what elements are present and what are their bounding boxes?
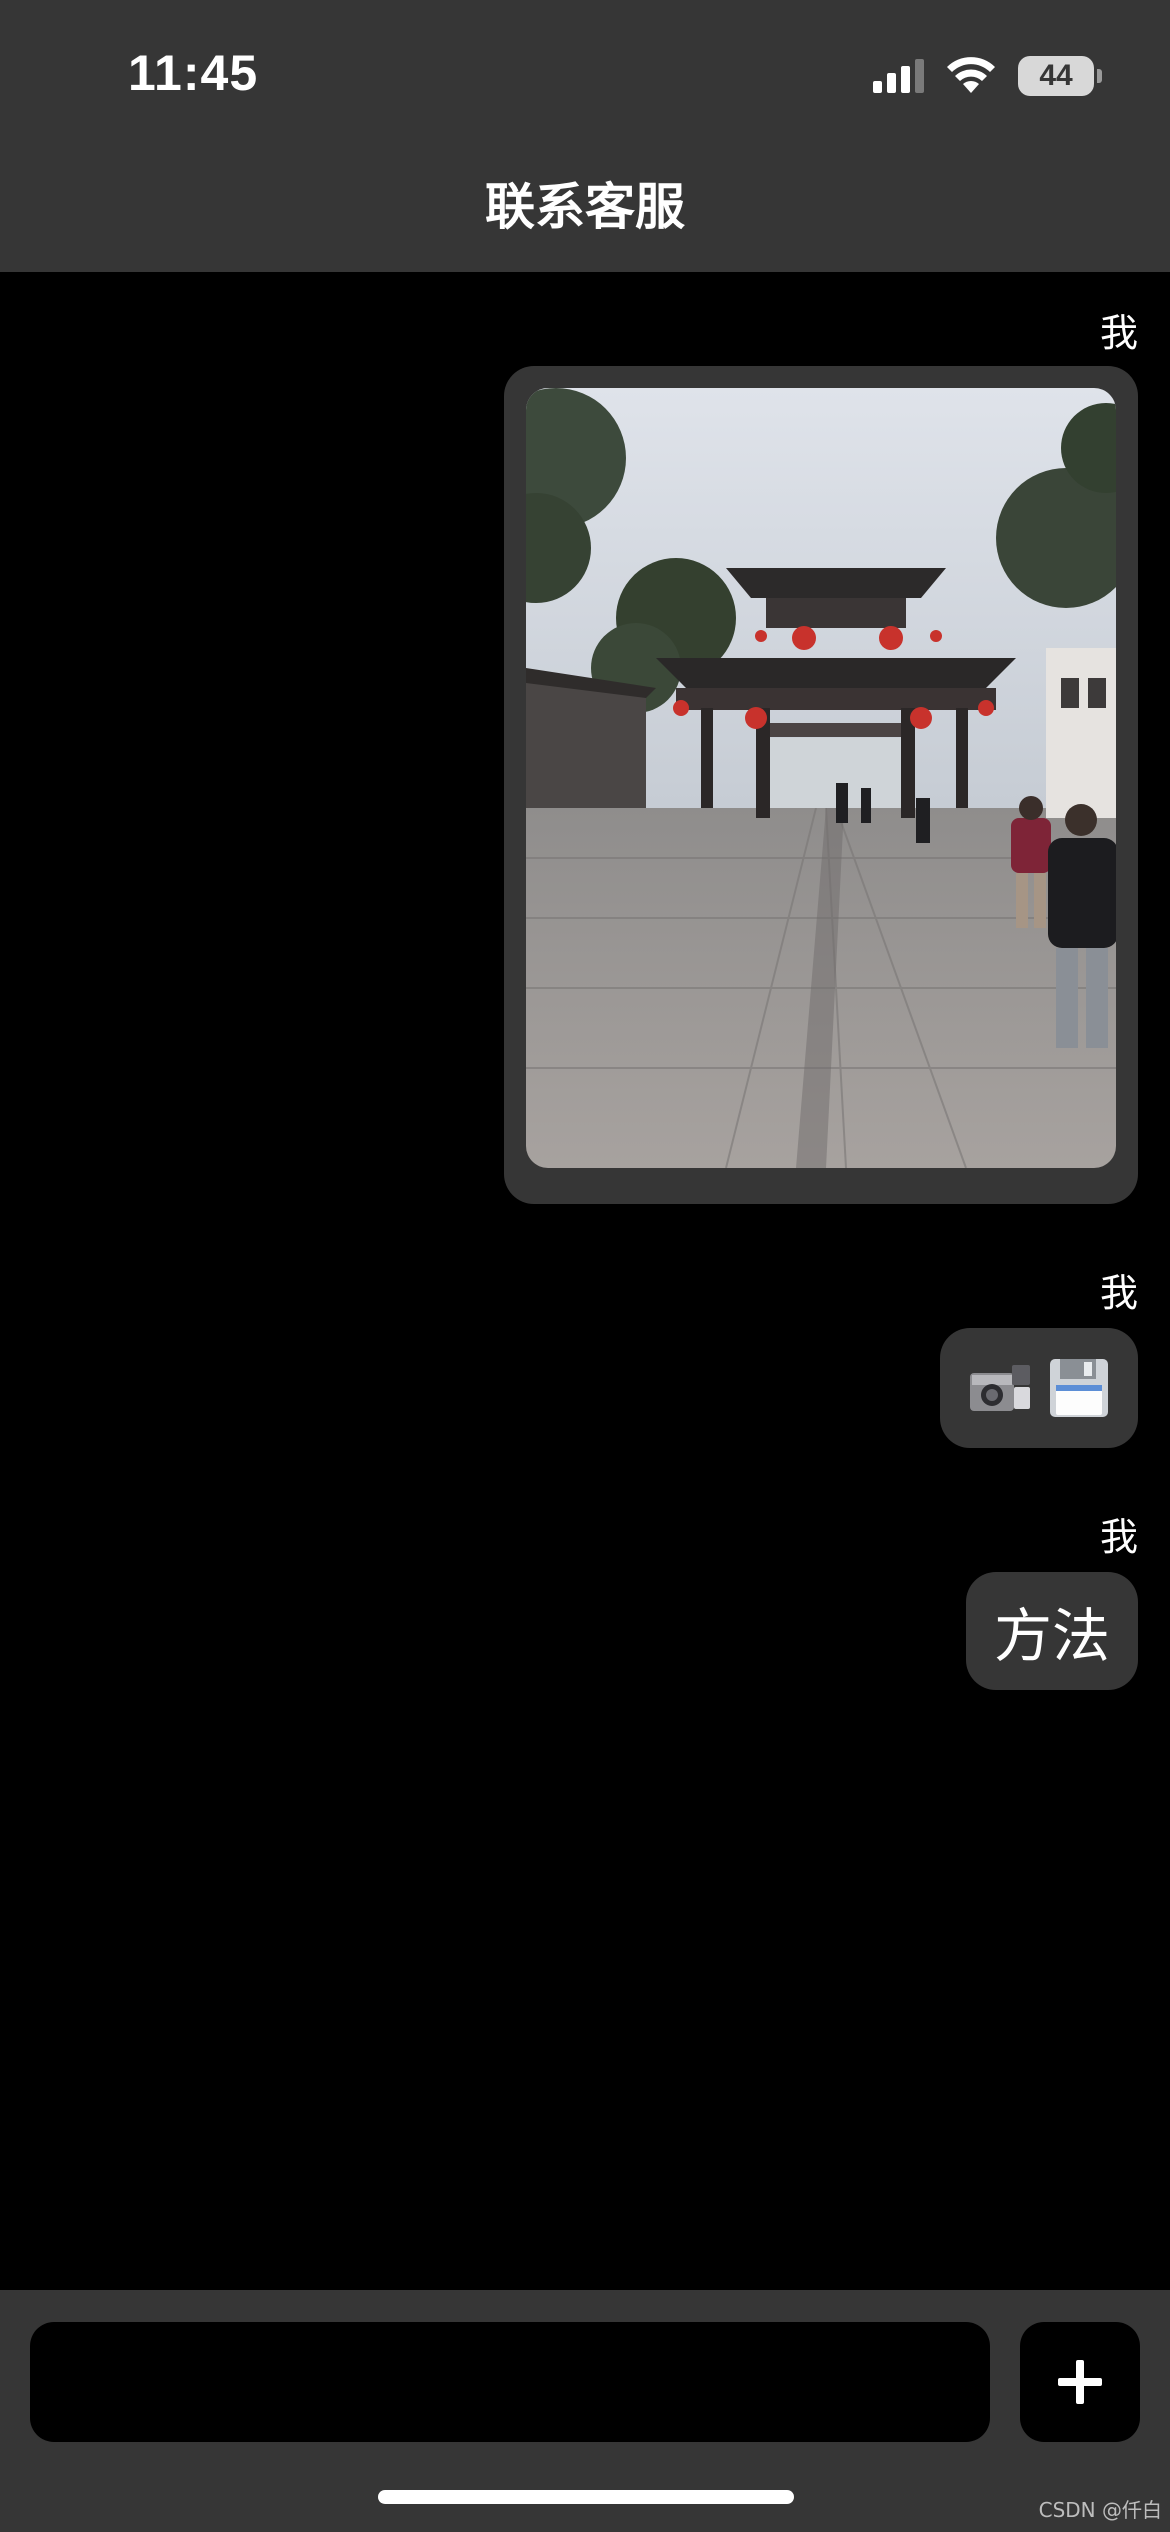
message-sender: 我 xyxy=(1099,311,1138,355)
home-indicator[interactable] xyxy=(378,2490,794,2504)
status-time: 11:45 xyxy=(128,45,259,101)
wifi-icon xyxy=(947,57,995,93)
top-bar: 11:45 44 联系客服 xyxy=(0,0,1170,272)
text-message-bubble[interactable]: 方法 xyxy=(965,1572,1138,1690)
status-icons: 44 xyxy=(873,56,1102,96)
plus-icon xyxy=(1058,2360,1102,2404)
plus-button[interactable] xyxy=(1020,2322,1140,2442)
message-input[interactable] xyxy=(30,2322,990,2442)
message-sender: 我 xyxy=(1099,1271,1138,1315)
icons-message-bubble[interactable] xyxy=(940,1328,1138,1448)
message-text: 方法 xyxy=(993,1602,1110,1670)
video-camera-icon xyxy=(970,1365,1030,1411)
image-message-bubble[interactable] xyxy=(504,366,1138,1204)
floppy-disk-icon xyxy=(1050,1359,1108,1417)
signal-icon xyxy=(873,59,924,93)
battery-level: 44 xyxy=(1039,59,1073,92)
watermark: CSDN @仟白 xyxy=(1038,2498,1162,2522)
message-photo[interactable] xyxy=(526,388,1116,1168)
page-title: 联系客服 xyxy=(485,178,685,236)
battery-icon: 44 xyxy=(1018,56,1102,96)
chat-area[interactable]: 我 我 我 方法 xyxy=(0,272,1170,2290)
message-sender: 我 xyxy=(1099,1515,1138,1559)
